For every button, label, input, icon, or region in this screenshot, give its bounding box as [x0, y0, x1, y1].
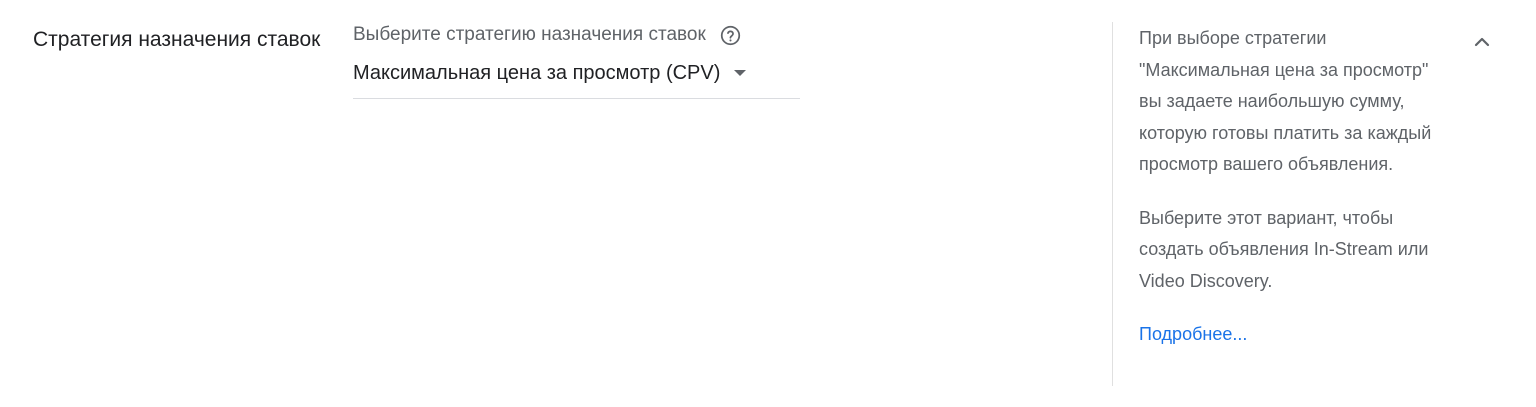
field-label-row: Выберите стратегию назначения ставок: [353, 20, 800, 50]
dropdown-arrow-icon: [734, 70, 747, 76]
select-value: Максимальная цена за просмотр (CPV): [353, 62, 721, 84]
help-paragraph-2: Выберите этот вариант, чтобы создать объ…: [1139, 207, 1429, 291]
help-icon[interactable]: [720, 25, 741, 46]
learn-more-link[interactable]: Подробнее...: [1139, 324, 1247, 344]
field-label: Выберите стратегию назначения ставок: [353, 24, 706, 45]
chevron-up-icon[interactable]: [1470, 30, 1494, 54]
bidding-strategy-field: Выберите стратегию назначения ставок Мак…: [353, 20, 800, 99]
help-panel: При выборе стратегии "Максимальная цена …: [1139, 23, 1449, 351]
bidding-strategy-select[interactable]: Максимальная цена за просмотр (CPV): [353, 60, 800, 99]
panel-divider: [1112, 22, 1113, 386]
help-paragraph-1: При выборе стратегии "Максимальная цена …: [1139, 28, 1432, 174]
section-title: Стратегия назначения ставок: [33, 28, 321, 51]
